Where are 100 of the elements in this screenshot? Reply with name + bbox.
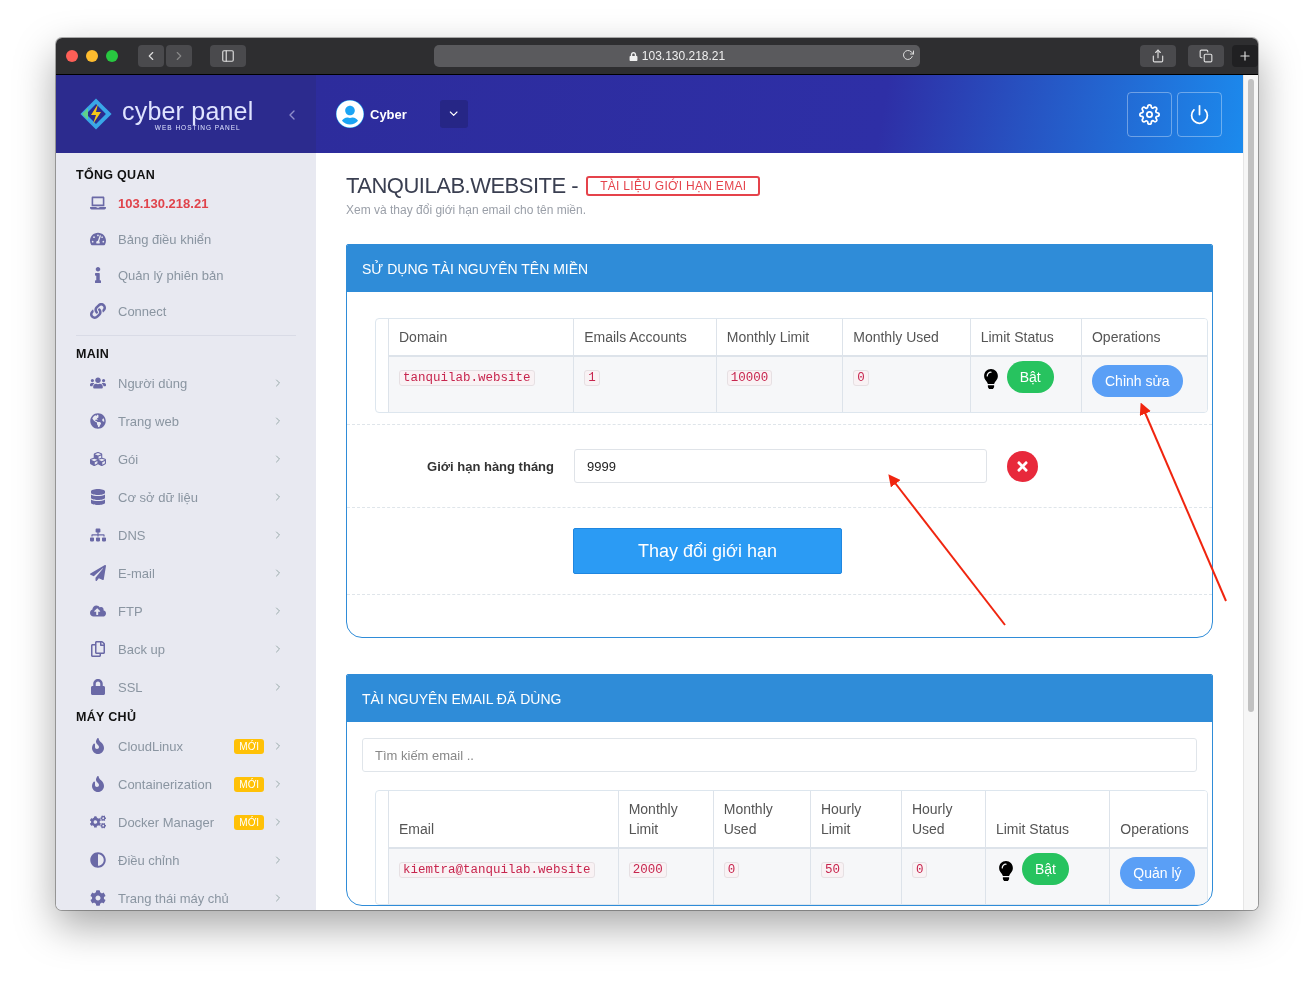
documentation-link[interactable]: TÀI LIỆU GIỚI HẠN EMAI (586, 176, 761, 196)
table-cell: 1 (584, 370, 600, 386)
gear-icon (88, 890, 108, 906)
section-title: MAIN (76, 346, 111, 363)
sidebar-item[interactable]: FTP (76, 592, 296, 630)
gears-icon (88, 814, 108, 830)
status-button[interactable]: Bật (1006, 361, 1054, 393)
column-header: Operations (1109, 791, 1207, 848)
sidebar-icon (221, 49, 235, 63)
sidebar-item[interactable]: SSL (76, 668, 296, 706)
page-title: TANQUILAB.WEBSITE - (346, 173, 579, 199)
column-header: Monthly Limit (716, 319, 843, 356)
page-subtitle: Xem và thay đổi giới hạn email cho tên miền. (346, 203, 587, 217)
section-title: TỔNG QUAN (76, 166, 157, 184)
new-badge: MỚI (234, 738, 264, 754)
column-header: Limit Status (985, 791, 1110, 848)
column-header: Limit Status (970, 319, 1082, 356)
lock-icon (88, 679, 108, 695)
section-title: MÁY CHỦ (76, 708, 138, 726)
table-cell: 0 (723, 862, 740, 878)
sidebar-item[interactable]: Cơ sở dữ liệu (76, 478, 296, 516)
cubes-icon (88, 451, 108, 467)
globe-icon (88, 413, 108, 429)
table-cell: kiemtra@tanquilab.website (399, 862, 595, 878)
table-cell: 10000 (726, 370, 773, 386)
lock-icon (628, 51, 638, 61)
back-button[interactable] (138, 45, 164, 67)
column-header: Emails Accounts (573, 319, 717, 356)
database-icon (88, 489, 108, 505)
table-cell: 0 (853, 370, 869, 386)
sidebar-item[interactable]: DNS (76, 516, 296, 554)
column-header: Monthly Used (713, 791, 811, 848)
sidebar-item[interactable]: Trang web (76, 402, 296, 440)
sidebar-item[interactable]: Gói (76, 440, 296, 478)
sidebar-item[interactable]: Back up (76, 630, 296, 668)
sidebar-item[interactable]: Connect (76, 293, 296, 329)
power-icon (1189, 103, 1210, 125)
column-header: Hourly Limit (810, 791, 902, 848)
sitemap-icon (88, 527, 108, 543)
link-icon (88, 303, 108, 319)
paper-plane-icon (88, 565, 108, 581)
copy-icon (88, 641, 108, 657)
new-badge: MỚI (234, 776, 264, 792)
close-light-icon[interactable] (66, 50, 78, 62)
user-name: Cyber (370, 106, 408, 122)
brand-name: cyber panel (122, 97, 254, 124)
contrast-icon (88, 852, 108, 868)
new-tab-button[interactable] (1232, 45, 1258, 67)
users-icon (88, 375, 108, 391)
new-badge: MỚI (234, 814, 264, 830)
close-icon (1015, 458, 1030, 474)
field-label: Giới hạn hàng tháng (426, 458, 554, 474)
table-cell: 0 (911, 862, 928, 878)
minimize-light-icon[interactable] (86, 50, 98, 62)
settings-icon (1139, 103, 1160, 125)
tabs-icon (1199, 49, 1213, 63)
column-header: Monthly Used (842, 319, 971, 356)
column-header: Email (388, 791, 619, 848)
submit-button[interactable]: Thay đổi giới hạn (573, 528, 842, 574)
share-button[interactable] (1140, 45, 1176, 67)
operation-button[interactable]: Quản lý (1120, 857, 1195, 889)
status-button[interactable]: Bật (1021, 853, 1069, 885)
sidebar-item[interactable]: E-mail (76, 554, 296, 592)
sidebar-item[interactable]: Trang thái máy chủ (76, 879, 296, 910)
monthly-limit-field[interactable]: 9999 (574, 449, 987, 483)
dashboard-gauge-icon (88, 231, 108, 247)
operation-button[interactable]: Chỉnh sửa (1092, 365, 1183, 397)
user-avatar-icon[interactable] (336, 100, 364, 128)
sidebar-item[interactable]: Điều chỉnh (76, 841, 296, 879)
settings-button[interactable] (1127, 91, 1172, 137)
reload-icon[interactable] (902, 49, 914, 61)
laptop-icon (88, 195, 108, 211)
sidebar-item[interactable]: Người dùng (76, 364, 296, 402)
table-cell: 2000 (628, 862, 667, 878)
address-bar[interactable]: 103.130.218.21 (434, 45, 920, 67)
table-cell: tanquilab.website (399, 370, 535, 386)
sidebar-item[interactable]: Docker Manager MỚI (76, 803, 296, 841)
user-dropdown-button[interactable] (440, 100, 468, 128)
tabs-button[interactable] (1188, 45, 1224, 67)
sidebar-toggle-button[interactable] (210, 45, 246, 67)
sidebar-item[interactable]: 103.130.218.21 (76, 185, 296, 221)
share-icon (1151, 49, 1165, 63)
plus-icon (1238, 49, 1252, 63)
scrollbar[interactable] (1243, 75, 1258, 910)
sidebar-item[interactable]: Bảng điều khiển (76, 221, 296, 257)
column-header: Hourly Used (901, 791, 986, 848)
power-button[interactable] (1177, 91, 1222, 137)
close-button[interactable] (1007, 450, 1038, 482)
column-header: Domain (388, 319, 574, 356)
sidebar-item[interactable]: CloudLinux MỚI (76, 727, 296, 765)
table-cell: 50 (820, 862, 844, 878)
search-field[interactable]: Tìm kiếm email .. (362, 738, 1197, 772)
sidebar-item[interactable]: Quản lý phiên bản (76, 257, 296, 293)
panel-title: TÀI NGUYÊN EMAIL ĐÃ DÙNG (347, 675, 1212, 722)
zoom-light-icon[interactable] (106, 50, 118, 62)
url-text: 103.130.218.21 (641, 49, 726, 63)
panel-title: SỬ DỤNG TÀI NGUYÊN TÊN MIỀN (347, 245, 1212, 292)
column-header: Monthly Limit (618, 791, 714, 848)
sidebar-item[interactable]: Containerization MỚI (76, 765, 296, 803)
column-header: Operations (1081, 319, 1207, 356)
